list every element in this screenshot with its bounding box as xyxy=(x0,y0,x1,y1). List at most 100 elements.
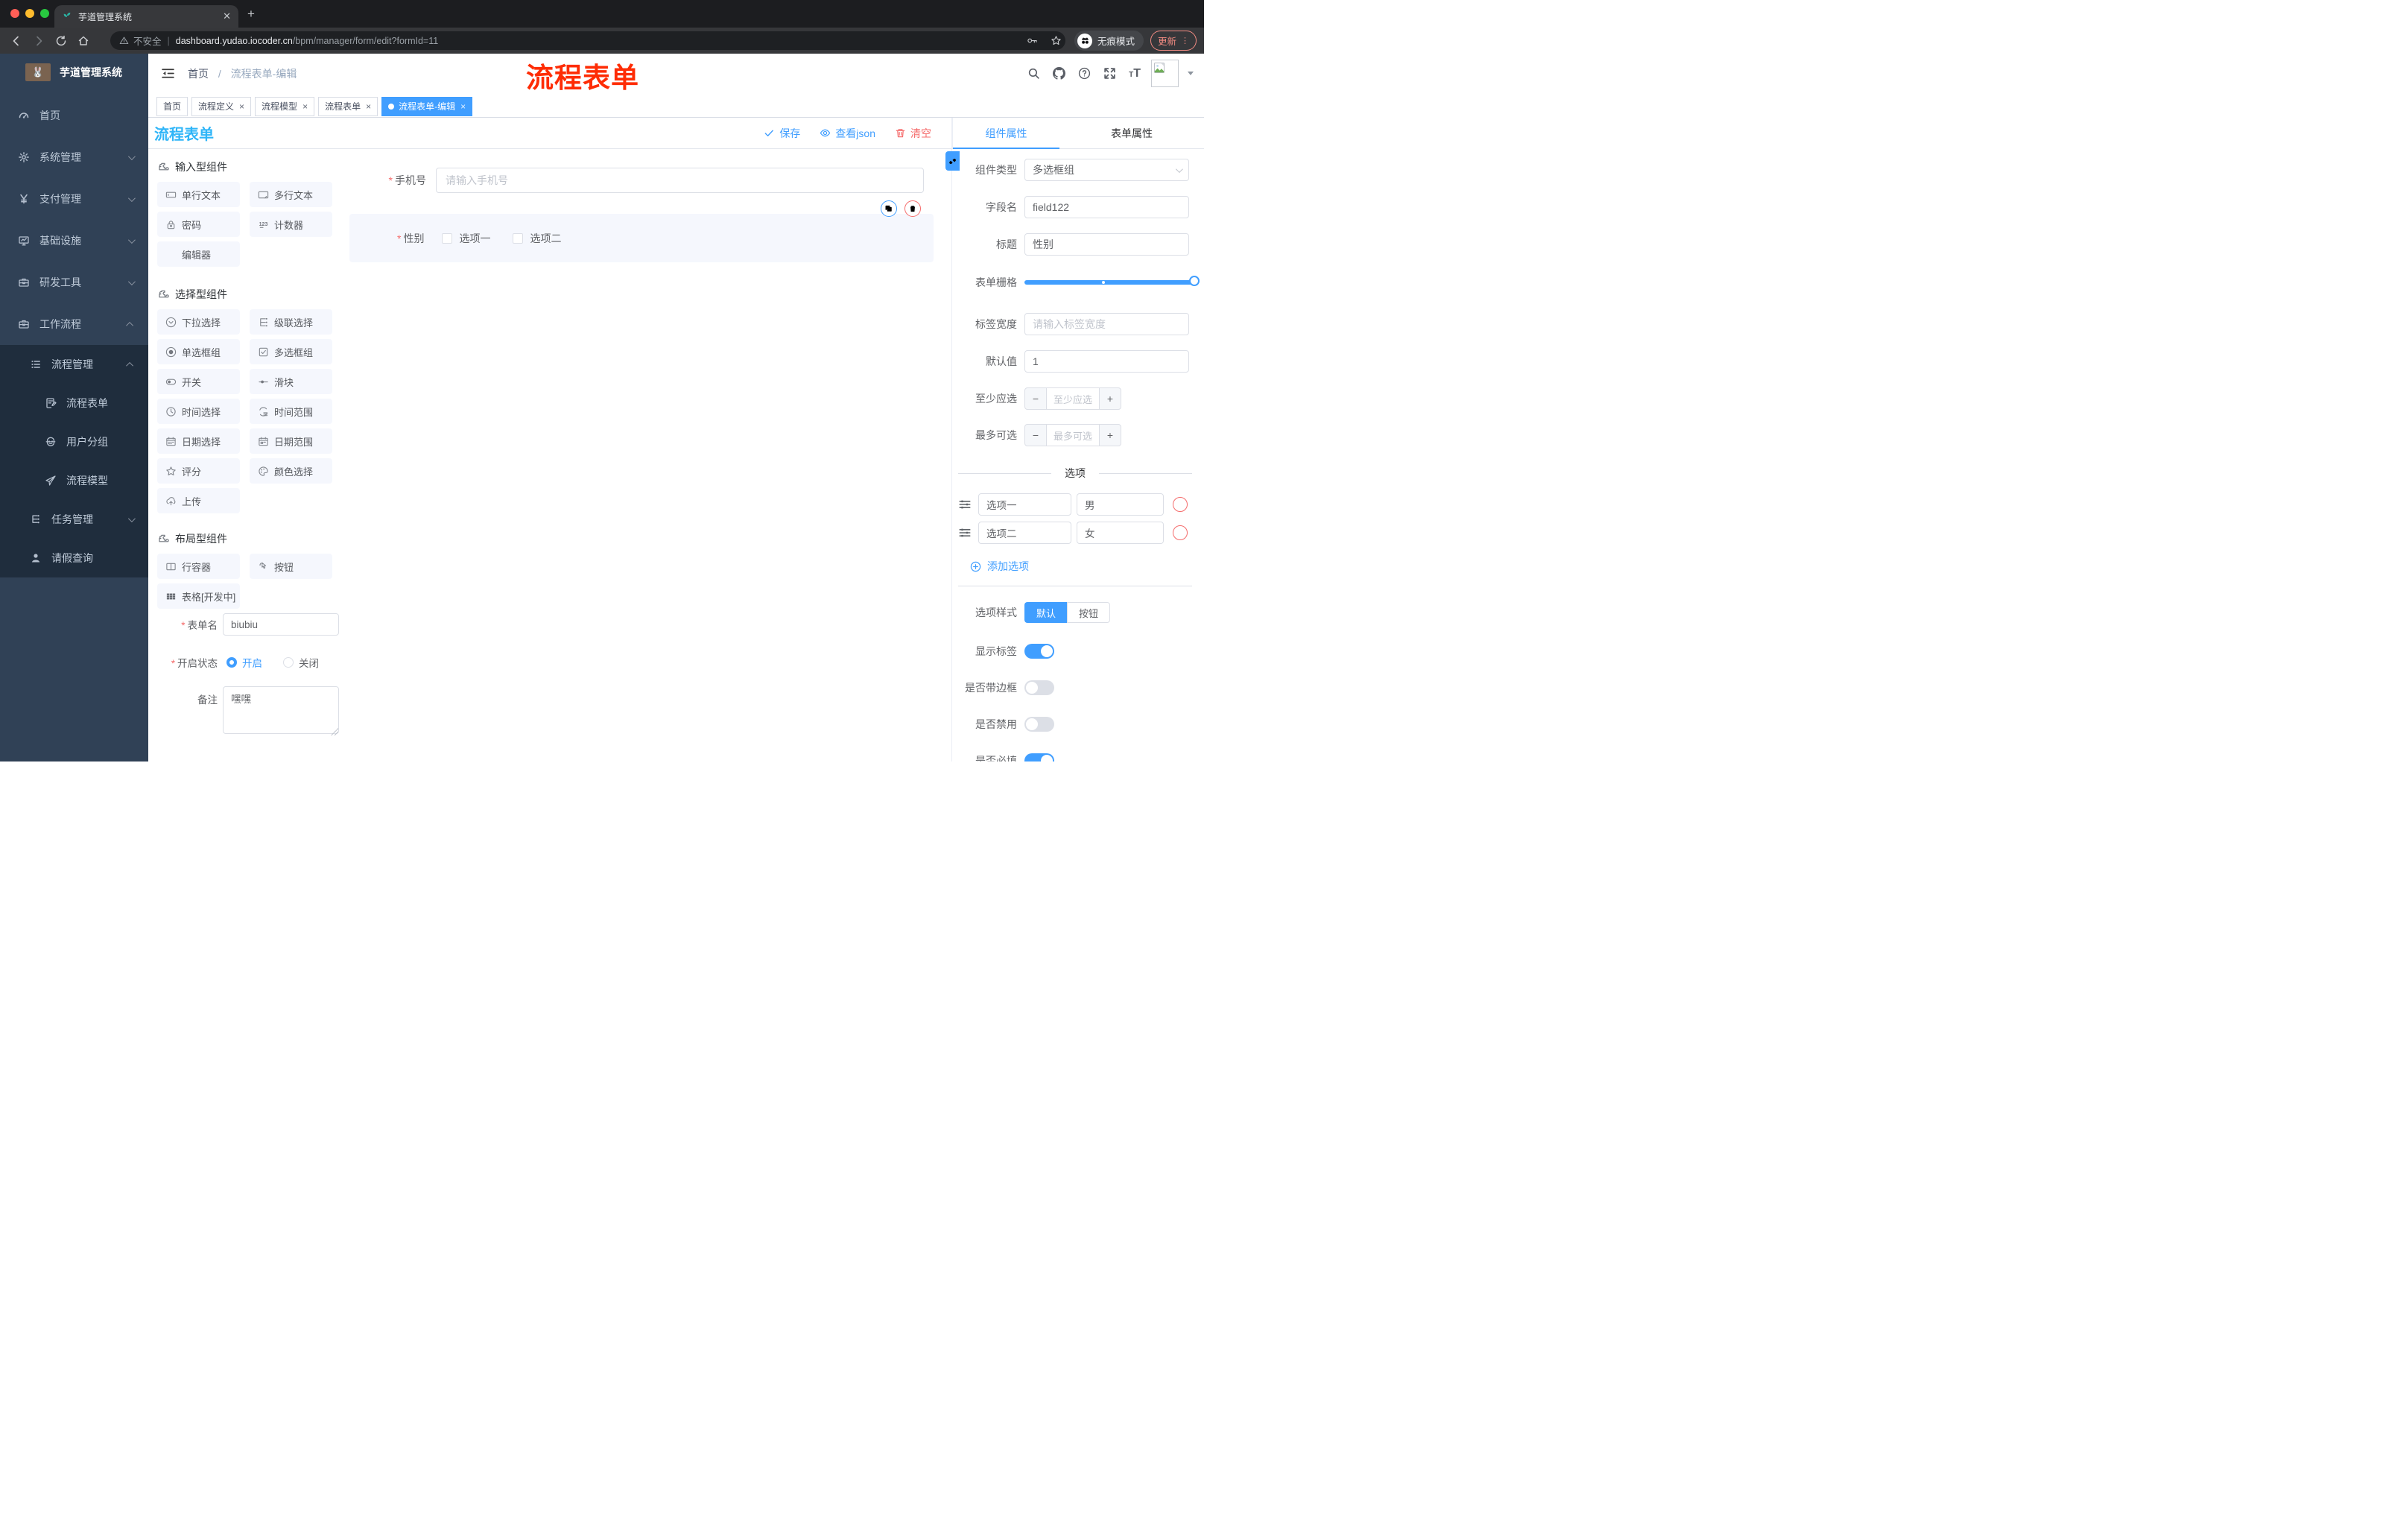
window-zoom-button[interactable] xyxy=(40,9,49,18)
status-radio-closed[interactable]: 关闭 xyxy=(283,655,319,670)
palette-item-级联选择[interactable]: 级联选择 xyxy=(250,309,332,335)
sidebar-item-11[interactable]: 请假查询 xyxy=(0,539,148,577)
toggle-显示标签[interactable] xyxy=(1024,644,1054,659)
tag-close-icon[interactable]: × xyxy=(460,101,466,112)
link-drawer-button[interactable] xyxy=(945,151,960,171)
palette-item-多选框组[interactable]: 多选框组 xyxy=(250,339,332,364)
home-icon[interactable] xyxy=(77,35,89,47)
palette-item-上传[interactable]: 上传 xyxy=(157,488,240,513)
component-type-select[interactable]: 多选框组 xyxy=(1024,159,1189,181)
tab-close-icon[interactable]: ✕ xyxy=(223,10,231,22)
option-label-input[interactable] xyxy=(978,522,1071,544)
max-select-value[interactable]: 最多可选 xyxy=(1046,425,1100,446)
selected-component-gender[interactable]: * 性别 选项一 选项二 xyxy=(349,214,934,262)
drag-handle-icon[interactable] xyxy=(957,526,972,539)
sidebar-logo[interactable]: 🐰 芋道管理系统 xyxy=(0,54,148,91)
collapse-menu-icon[interactable] xyxy=(161,67,175,80)
sidebar-item-4[interactable]: 研发工具 xyxy=(0,262,148,303)
grid-slider[interactable] xyxy=(1024,276,1200,286)
sidebar-item-3[interactable]: 基础设施 xyxy=(0,220,148,262)
copy-component-button[interactable] xyxy=(881,200,897,217)
palette-item-开关[interactable]: 开关 xyxy=(157,369,240,394)
tag-close-icon[interactable]: × xyxy=(302,101,308,112)
tab-form-props[interactable]: 表单属性 xyxy=(1059,118,1204,148)
sidebar-item-0[interactable]: 首页 xyxy=(0,95,148,136)
remove-option-button[interactable] xyxy=(1173,497,1188,512)
title-input[interactable] xyxy=(1024,233,1189,256)
remove-option-button[interactable] xyxy=(1173,525,1188,540)
avatar[interactable] xyxy=(1151,60,1179,87)
save-button[interactable]: 保存 xyxy=(764,126,800,141)
update-button[interactable]: 更新 ⋮ xyxy=(1150,31,1197,51)
github-icon[interactable] xyxy=(1053,67,1066,80)
help-icon[interactable] xyxy=(1078,67,1091,80)
resize-handle-icon[interactable] xyxy=(331,728,338,735)
palette-item-颜色选择[interactable]: 颜色选择 xyxy=(250,458,332,484)
toggle-是否带边框[interactable] xyxy=(1024,680,1054,695)
page-tag-1[interactable]: 流程定义 × xyxy=(191,96,252,116)
back-icon[interactable] xyxy=(10,35,22,47)
remark-textarea[interactable]: 嘿嘿 xyxy=(223,686,339,734)
palette-item-表格[开发中][interactable]: 表格[开发中] xyxy=(157,583,240,609)
status-radio-open[interactable]: 开启 xyxy=(226,655,262,670)
slider-handle[interactable] xyxy=(1189,276,1200,286)
palette-item-多行文本[interactable]: 多行文本 xyxy=(250,182,332,207)
add-option-button[interactable]: 添加选项 xyxy=(970,559,1204,574)
palette-item-日期范围[interactable]: 日期范围 xyxy=(250,428,332,454)
palette-item-时间选择[interactable]: 时间选择 xyxy=(157,399,240,424)
plus-icon[interactable]: + xyxy=(1100,425,1121,446)
toggle-是否必填[interactable] xyxy=(1024,753,1054,762)
sidebar-item-8[interactable]: 用户分组 xyxy=(0,422,148,461)
page-tag-0[interactable]: 首页 xyxy=(156,96,188,116)
toggle-是否禁用[interactable] xyxy=(1024,717,1054,732)
new-tab-icon[interactable]: + xyxy=(247,7,255,22)
option-style-默认[interactable]: 默认 xyxy=(1024,602,1068,623)
default-value-input[interactable] xyxy=(1024,350,1189,373)
plus-icon[interactable]: + xyxy=(1100,388,1121,409)
page-tag-2[interactable]: 流程模型 × xyxy=(255,96,315,116)
option-style-按钮[interactable]: 按钮 xyxy=(1067,602,1111,623)
bookmark-star-icon[interactable] xyxy=(1051,35,1062,46)
palette-item-编辑器[interactable]: 编辑器 xyxy=(157,241,240,267)
gender-checkbox-选项二[interactable]: 选项二 xyxy=(513,231,561,246)
palette-item-行容器[interactable]: 行容器 xyxy=(157,554,240,579)
view-json-button[interactable]: 查看json xyxy=(820,126,875,141)
tab-component-props[interactable]: 组件属性 xyxy=(953,118,1059,148)
browser-tab[interactable]: 芋道管理系统 ✕ xyxy=(54,5,238,28)
sidebar-item-2[interactable]: 支付管理 xyxy=(0,178,148,220)
palette-item-下拉选择[interactable]: 下拉选择 xyxy=(157,309,240,335)
palette-item-日期选择[interactable]: 日期选择 xyxy=(157,428,240,454)
page-tag-4[interactable]: 流程表单-编辑 × xyxy=(381,96,473,116)
form-name-input[interactable] xyxy=(223,613,339,636)
option-value-input[interactable] xyxy=(1077,522,1164,544)
breadcrumb-home[interactable]: 首页 xyxy=(188,68,209,80)
field-name-input[interactable] xyxy=(1024,196,1189,218)
avatar-caret-icon[interactable] xyxy=(1188,72,1194,75)
search-icon[interactable] xyxy=(1027,67,1040,80)
page-tag-3[interactable]: 流程表单 × xyxy=(318,96,378,116)
window-close-button[interactable] xyxy=(10,9,19,18)
phone-field-input[interactable] xyxy=(436,168,924,193)
fullscreen-icon[interactable] xyxy=(1103,67,1116,80)
palette-item-按钮[interactable]: 按钮 xyxy=(250,554,332,579)
address-bar[interactable]: 不安全 | dashboard.yudao.iocoder.cn/bpm/man… xyxy=(110,31,1065,50)
sidebar-item-7[interactable]: 流程表单 xyxy=(0,384,148,422)
palette-item-滑块[interactable]: 滑块 xyxy=(250,369,332,394)
palette-item-时间范围[interactable]: 时间范围 xyxy=(250,399,332,424)
minus-icon[interactable]: − xyxy=(1025,425,1046,446)
sidebar-item-9[interactable]: 流程模型 xyxy=(0,461,148,500)
delete-component-button[interactable] xyxy=(904,200,921,217)
tag-close-icon[interactable]: × xyxy=(239,101,244,112)
drag-handle-icon[interactable] xyxy=(957,498,972,511)
min-select-value[interactable]: 至少应选 xyxy=(1046,388,1100,409)
sidebar-item-1[interactable]: 系统管理 xyxy=(0,136,148,178)
palette-item-密码[interactable]: 密码 xyxy=(157,212,240,237)
tag-close-icon[interactable]: × xyxy=(366,101,371,112)
password-key-icon[interactable] xyxy=(1027,35,1038,46)
reload-icon[interactable] xyxy=(55,35,67,47)
label-width-input[interactable] xyxy=(1024,313,1189,335)
sidebar-item-6[interactable]: 流程管理 xyxy=(0,345,148,384)
palette-item-评分[interactable]: 评分 xyxy=(157,458,240,484)
window-minimize-button[interactable] xyxy=(25,9,34,18)
sidebar-item-5[interactable]: 工作流程 xyxy=(0,303,148,345)
